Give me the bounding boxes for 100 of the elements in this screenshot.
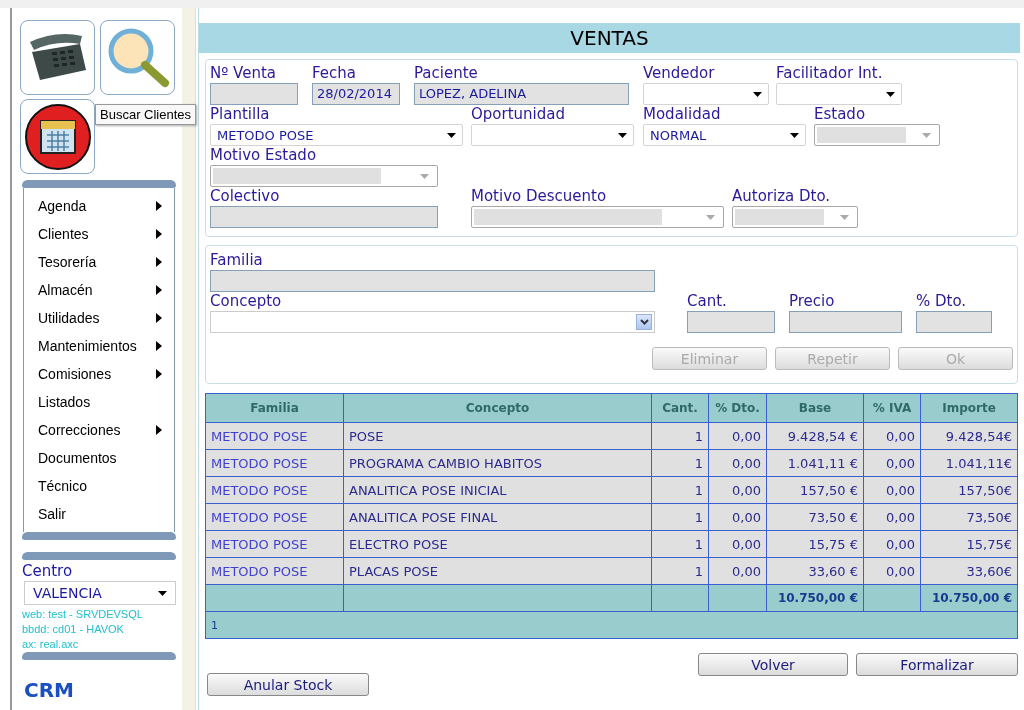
- menu-item[interactable]: Almacén: [24, 276, 174, 304]
- text-field[interactable]: [210, 270, 655, 292]
- table-cell: 1.041,11 €: [766, 449, 864, 477]
- text-field[interactable]: [687, 311, 775, 333]
- menu-item[interactable]: Documentos: [24, 444, 174, 472]
- field-label: % Dto.: [916, 292, 968, 311]
- field-label: Modalidad: [643, 105, 722, 124]
- submenu-arrow-icon: [155, 369, 162, 379]
- submenu-arrow-icon: [155, 229, 162, 239]
- field-label: Autoriza Dto.: [732, 187, 832, 206]
- field-label: Fecha: [312, 64, 357, 83]
- menu-item[interactable]: Mantenimientos: [24, 332, 174, 360]
- menu-item[interactable]: Agenda: [24, 192, 174, 220]
- dropdown-arrow-icon: [840, 214, 849, 220]
- submenu-arrow-icon: [155, 425, 162, 435]
- dropdown-arrow-icon: [420, 173, 429, 179]
- dropdown-arrow-icon: [790, 132, 799, 138]
- dropdown-arrow-icon: [447, 132, 456, 138]
- table-cell: 33,60€: [920, 557, 1018, 585]
- field-label: Estado: [814, 105, 867, 124]
- action-button[interactable]: Volver: [698, 653, 848, 676]
- table-cell: METODO POSE: [205, 503, 344, 531]
- table-cell: PLACAS POSE: [343, 557, 652, 585]
- submenu-arrow-icon: [155, 313, 162, 323]
- text-field[interactable]: [210, 83, 298, 105]
- field-label: Precio: [789, 292, 836, 311]
- table-cell: METODO POSE: [205, 557, 344, 585]
- page-link[interactable]: 1: [211, 618, 218, 632]
- menu-item[interactable]: Técnico: [24, 472, 174, 500]
- dropdown-button[interactable]: [636, 314, 652, 330]
- page-title: VENTAS: [199, 23, 1020, 53]
- menu-item[interactable]: Correcciones: [24, 416, 174, 444]
- centro-label: Centro: [21, 562, 74, 580]
- field-label: Facilitador Int.: [776, 64, 884, 83]
- select-field[interactable]: [643, 83, 769, 105]
- table-cell: 33,60 €: [766, 557, 864, 585]
- column-header[interactable]: Importe: [920, 393, 1018, 423]
- table-cell: 73,50€: [920, 503, 1018, 531]
- menu-item[interactable]: Comisiones: [24, 360, 174, 388]
- table-cell: 15,75€: [920, 530, 1018, 558]
- anular-stock-button[interactable]: Anular Stock: [207, 673, 369, 696]
- column-header[interactable]: Familia: [205, 393, 344, 423]
- dropdown-arrow-icon: [706, 214, 715, 220]
- table-cell: 1.041,11€: [920, 449, 1018, 477]
- menu-item[interactable]: Clientes: [24, 220, 174, 248]
- table-cell: POSE: [343, 422, 652, 450]
- menu-item[interactable]: Salir: [24, 500, 174, 528]
- field-label: Oportunidad: [471, 105, 566, 124]
- field-label: Concepto: [210, 292, 283, 311]
- table-cell: PROGRAMA CAMBIO HABITOS: [343, 449, 652, 477]
- total-cell: 10.750,00 €: [766, 584, 864, 612]
- field-label: Colectivo: [210, 187, 281, 206]
- column-header[interactable]: % IVA: [863, 393, 921, 423]
- table-cell: METODO POSE: [205, 422, 344, 450]
- menu-item[interactable]: Utilidades: [24, 304, 174, 332]
- text-field[interactable]: [789, 311, 902, 333]
- text-field[interactable]: LOPEZ, ADELINA: [414, 83, 629, 105]
- search-tile[interactable]: [100, 20, 175, 95]
- submenu-arrow-icon: [155, 201, 162, 211]
- submenu-arrow-icon: [155, 257, 162, 267]
- column-header[interactable]: Base: [766, 393, 864, 423]
- calendar-icon: [23, 102, 92, 171]
- column-header[interactable]: % Dto.: [708, 393, 767, 423]
- select-field[interactable]: METODO POSE: [210, 124, 463, 146]
- select-field[interactable]: NORMAL: [643, 124, 806, 146]
- calendar-tile[interactable]: [20, 99, 95, 174]
- field-label: Familia: [210, 251, 263, 269]
- table-cell: METODO POSE: [205, 476, 344, 504]
- menu-item[interactable]: Tesorería: [24, 248, 174, 276]
- action-button[interactable]: Formalizar: [856, 653, 1018, 676]
- field-label: Motivo Estado: [210, 146, 318, 165]
- total-cell: 10.750,00 €: [920, 584, 1018, 612]
- submenu-arrow-icon: [155, 341, 162, 351]
- table-cell: METODO POSE: [205, 530, 344, 558]
- submenu-arrow-icon: [155, 285, 162, 295]
- column-header[interactable]: Concepto: [343, 393, 652, 423]
- field-label: Vendedor: [643, 64, 716, 83]
- table-cell: 157,50 €: [766, 476, 864, 504]
- field-label: Motivo Descuento: [471, 187, 608, 206]
- dropdown-arrow-icon: [618, 132, 627, 138]
- table-cell: ELECTRO POSE: [343, 530, 652, 558]
- text-field[interactable]: [210, 206, 438, 228]
- menu-item[interactable]: Listados: [24, 388, 174, 416]
- text-field[interactable]: [916, 311, 992, 333]
- tooltip: Buscar Clientes: [95, 104, 197, 125]
- select-field[interactable]: [471, 124, 634, 146]
- combo-field[interactable]: [210, 311, 655, 333]
- text-field[interactable]: 28/02/2014: [312, 83, 400, 105]
- centro-select[interactable]: VALENCIA: [24, 581, 176, 605]
- dropdown-arrow-icon: [753, 91, 762, 97]
- server-info: ax: real.axc: [21, 637, 80, 652]
- table-cell: METODO POSE: [205, 449, 344, 477]
- dropdown-arrow-icon: [886, 91, 895, 97]
- field-label: Plantilla: [210, 105, 271, 124]
- table-cell: 15,75 €: [766, 530, 864, 558]
- column-header[interactable]: Cant.: [651, 393, 709, 423]
- select-field[interactable]: [776, 83, 902, 105]
- dropdown-arrow-icon: [157, 590, 167, 596]
- phone-tile[interactable]: [20, 20, 95, 95]
- dropdown-arrow-icon: [922, 132, 931, 138]
